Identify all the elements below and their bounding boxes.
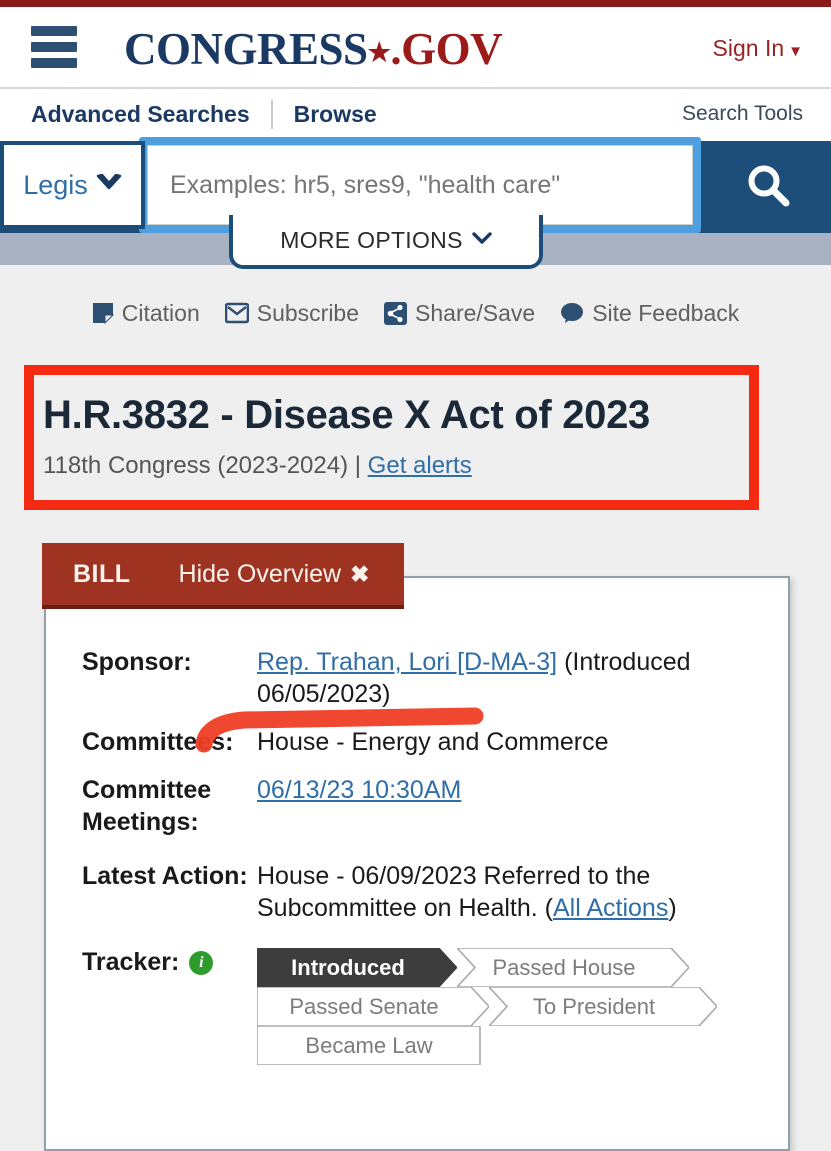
detail-row-sponsor: Sponsor: Rep. Trahan, Lori [D-MA-3] (Int…: [82, 646, 762, 710]
hide-overview-button[interactable]: Hide Overview ✖: [179, 560, 370, 589]
sign-in-label: Sign In: [712, 35, 785, 61]
envelope-icon: [224, 302, 249, 324]
site-logo[interactable]: CONGRESS★.GOV: [124, 21, 503, 81]
tracker-line-2: Passed Senate To President: [257, 987, 717, 1026]
detail-value: Rep. Trahan, Lori [D-MA-3] (Introduced 0…: [257, 646, 762, 710]
detail-row-tracker: Tracker: i Introduced Passed House Passe…: [82, 948, 762, 1065]
chevron-down-icon: [96, 171, 122, 199]
search-scope-label: Legis: [23, 169, 88, 200]
logo-congress-text: CONGRESS: [124, 24, 368, 74]
bill-overview-card: Sponsor: Rep. Trahan, Lori [D-MA-3] (Int…: [44, 576, 790, 1151]
tracker-key: Tracker: i: [82, 948, 257, 1065]
detail-key: Committee Meetings:: [82, 776, 212, 836]
primary-nav: Advanced Searches Browse Search Tools: [0, 89, 831, 141]
tracker-line-3: Became Law: [257, 1026, 717, 1065]
bill-detail-rows: Sponsor: Rep. Trahan, Lori [D-MA-3] (Int…: [82, 646, 762, 1065]
top-accent-bar: [0, 0, 831, 7]
tracker-step-became-law[interactable]: Became Law: [257, 1026, 481, 1065]
utility-link-citation[interactable]: Citation: [92, 300, 200, 327]
nav-divider: [270, 100, 273, 129]
info-icon[interactable]: i: [189, 951, 214, 975]
detail-row-latest-action: Latest Action: House - 06/09/2023 Referr…: [82, 860, 762, 924]
detail-row-committees: Committees: House - Energy and Commerce: [82, 726, 762, 758]
all-actions-link[interactable]: All Actions: [553, 894, 668, 922]
utility-link-share-save[interactable]: Share/Save: [384, 300, 535, 327]
bill-overview-tab: BILL Hide Overview ✖: [42, 543, 404, 609]
detail-row-committee-meetings: Committee Meetings: 06/13/23 10:30AM: [82, 774, 762, 838]
detail-key: Latest Action:: [82, 862, 248, 890]
close-icon: ✖: [350, 560, 370, 587]
congress-number: 118th Congress (2023-2024): [43, 452, 349, 479]
chevron-down-icon: [472, 230, 492, 250]
citation-icon: [92, 302, 114, 324]
get-alerts-link[interactable]: Get alerts: [368, 452, 472, 479]
bill-progress-tracker: Introduced Passed House Passed Senate To…: [257, 948, 717, 1065]
tracker-step-passed-senate[interactable]: Passed Senate: [257, 987, 489, 1026]
utility-link-label: Citation: [121, 299, 200, 326]
logo-star-icon: ★: [367, 38, 391, 67]
detail-value: 06/13/23 10:30AM: [257, 774, 461, 838]
speech-bubble-icon: [560, 302, 584, 324]
utility-link-label: Share/Save: [415, 299, 536, 326]
hide-overview-label: Hide Overview: [178, 559, 342, 588]
hamburger-icon[interactable]: [31, 26, 77, 68]
utility-link-label: Site Feedback: [592, 299, 740, 326]
utility-links: Citation Subscribe Share/Save Site Feedb…: [0, 290, 831, 336]
nav-item-browse[interactable]: Browse: [294, 101, 377, 128]
tracker-step-introduced[interactable]: Introduced: [257, 948, 457, 987]
search-input[interactable]: [147, 145, 693, 225]
tracker-step-to-president[interactable]: To President: [489, 987, 717, 1026]
sign-in-button[interactable]: Sign In ▼: [713, 35, 803, 62]
site-header: CONGRESS★.GOV Sign In ▼: [0, 7, 831, 89]
page-root: CONGRESS★.GOV Sign In ▼ Advanced Searches…: [0, 0, 831, 1151]
chevron-down-icon: ▼: [788, 43, 803, 60]
magnifier-icon: [743, 161, 795, 213]
nav-item-search-tools[interactable]: Search Tools: [682, 102, 803, 126]
bill-tab-label: BILL: [73, 559, 131, 588]
page-title: H.R.3832 - Disease X Act of 2023: [43, 393, 651, 437]
committee-meeting-link[interactable]: 06/13/23 10:30AM: [257, 776, 461, 804]
nav-left-group: Advanced Searches Browse: [31, 100, 377, 129]
latest-action-text-end: ): [668, 894, 677, 922]
detail-key: Sponsor:: [82, 648, 192, 676]
more-options-label: MORE OPTIONS: [280, 226, 463, 253]
search-submit-button[interactable]: [707, 141, 831, 233]
logo-gov-text: .GOV: [390, 24, 503, 74]
more-options-button[interactable]: MORE OPTIONS: [229, 215, 543, 269]
tracker-line-1: Introduced Passed House: [257, 948, 717, 987]
subtitle-separator: |: [354, 452, 361, 479]
search-scope-dropdown[interactable]: Legis: [0, 141, 145, 229]
detail-key: Committees:: [82, 728, 234, 756]
utility-link-site-feedback[interactable]: Site Feedback: [560, 300, 739, 327]
nav-item-advanced-searches[interactable]: Advanced Searches: [31, 101, 250, 128]
share-icon: [384, 301, 408, 325]
detail-value: House - Energy and Commerce: [257, 728, 609, 756]
tracker-label: Tracker:: [82, 948, 180, 976]
detail-value: House - 06/09/2023 Referred to the Subco…: [257, 860, 762, 924]
sponsor-link[interactable]: Rep. Trahan, Lori [D-MA-3]: [257, 648, 557, 676]
utility-link-subscribe[interactable]: Subscribe: [224, 299, 360, 327]
bill-subtitle: 118th Congress (2023-2024) | Get alerts: [43, 452, 472, 480]
utility-link-label: Subscribe: [256, 299, 360, 326]
tracker-step-passed-house[interactable]: Passed House: [457, 948, 689, 987]
